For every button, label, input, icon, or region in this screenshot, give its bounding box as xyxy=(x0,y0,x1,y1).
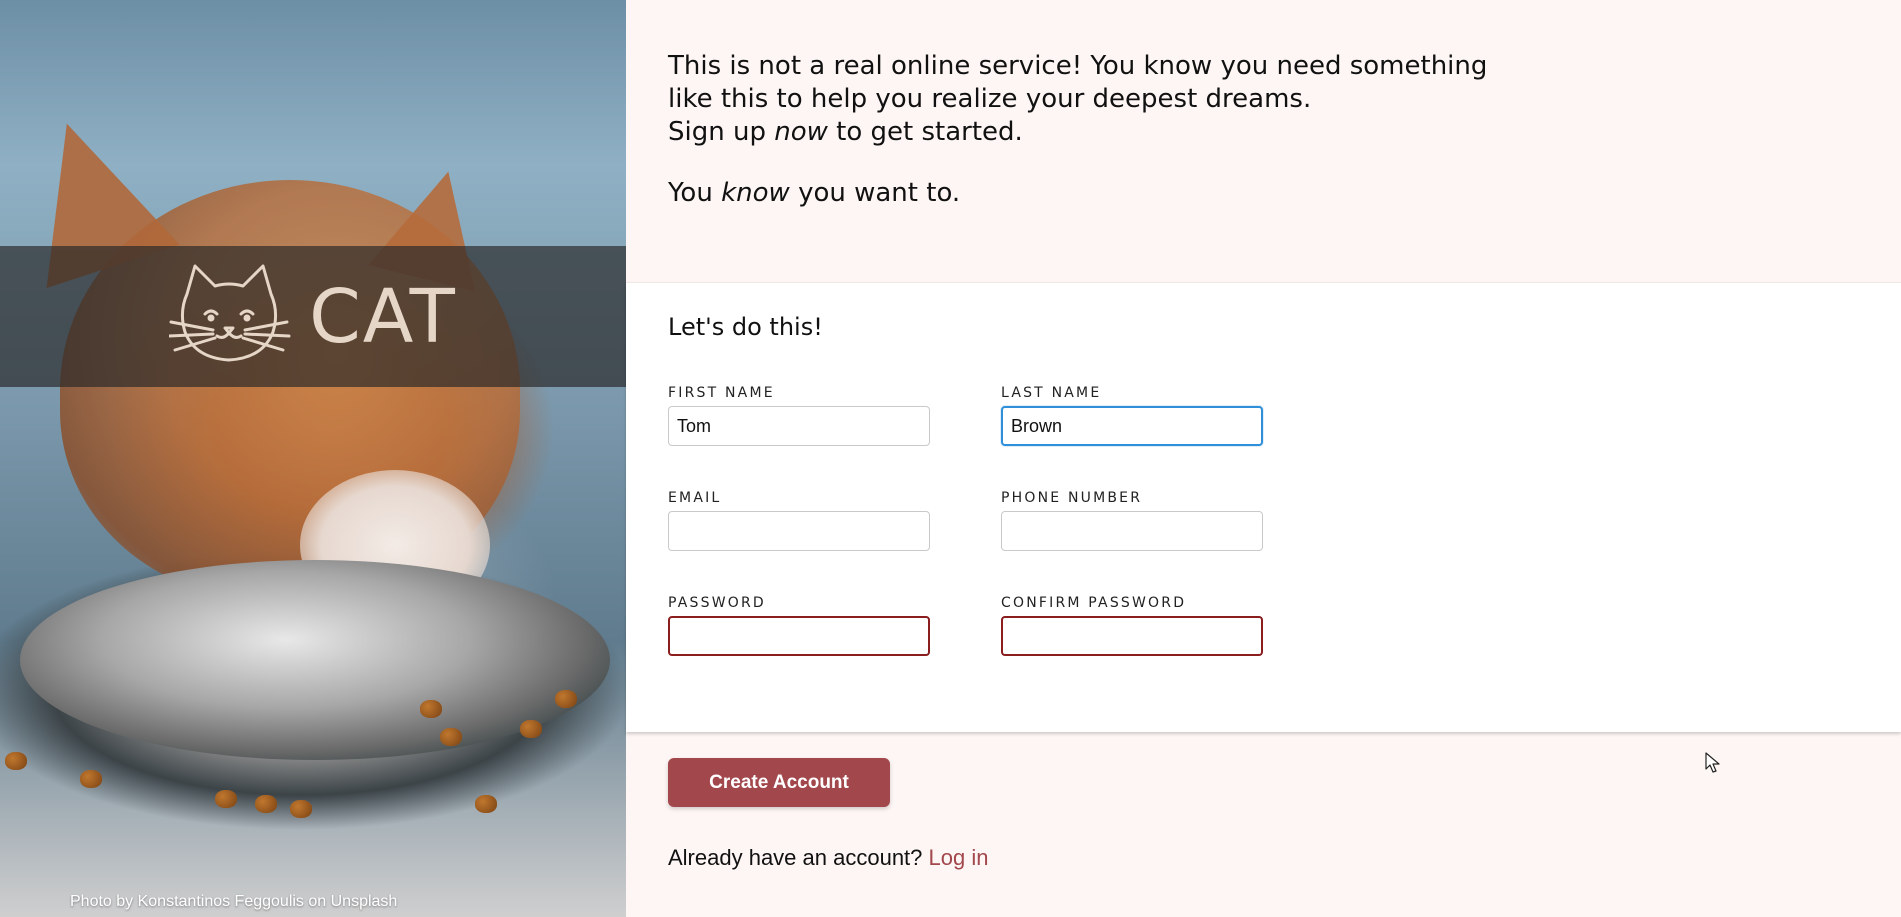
intro-line-2: like this to help you realize your deepe… xyxy=(668,84,1312,114)
password-input[interactable] xyxy=(668,616,930,656)
first-name-label: FIRST NAME xyxy=(668,385,775,401)
login-link[interactable]: Log in xyxy=(929,845,989,870)
email-label: EMAIL xyxy=(668,490,722,506)
intro-line-3-start: Sign up xyxy=(668,117,775,147)
tagline-emphasis: know xyxy=(721,178,790,208)
password-label: PASSWORD xyxy=(668,595,766,611)
confirm-password-field: CONFIRM PASSWORD xyxy=(1001,595,1263,656)
form-fields: FIRST NAME LAST NAME EMAIL PHONE NUMBER … xyxy=(668,385,1901,656)
photo-credit: Photo by Konstantinos Feggoulis on Unspl… xyxy=(70,893,398,910)
signup-content: This is not a real online service! You k… xyxy=(626,0,1901,917)
first-name-input[interactable] xyxy=(668,406,930,446)
kibble xyxy=(80,770,102,788)
kibble xyxy=(420,700,442,718)
phone-field: PHONE NUMBER xyxy=(1001,490,1263,551)
kibble xyxy=(555,690,577,708)
signup-form: Let's do this! FIRST NAME LAST NAME EMAI… xyxy=(626,282,1901,732)
last-name-label: LAST NAME xyxy=(1001,385,1102,401)
last-name-field: LAST NAME xyxy=(1001,385,1263,446)
form-title: Let's do this! xyxy=(668,313,823,341)
already-have-account-text: Already have an account? xyxy=(668,845,923,870)
kibble xyxy=(5,752,27,770)
login-prompt: Already have an account? Log in xyxy=(668,845,1901,871)
kibble xyxy=(215,790,237,808)
signup-page: CAT Photo by Konstantinos Feggoulis on U… xyxy=(0,0,1901,917)
phone-input[interactable] xyxy=(1001,511,1263,551)
password-field: PASSWORD xyxy=(668,595,930,656)
create-account-button[interactable]: Create Account xyxy=(668,758,890,807)
intro-line-3-end: to get started. xyxy=(827,117,1023,147)
intro-line-3: Sign up now to get started. xyxy=(668,116,1901,149)
kibble xyxy=(290,800,312,818)
confirm-password-input[interactable] xyxy=(1001,616,1263,656)
mouse-pointer-icon xyxy=(1705,752,1720,773)
hero-image: CAT Photo by Konstantinos Feggoulis on U… xyxy=(0,0,626,917)
intro-section: This is not a real online service! You k… xyxy=(626,0,1901,282)
kibble xyxy=(520,720,542,738)
tagline-end: you want to. xyxy=(789,178,961,208)
intro-line-1: This is not a real online service! You k… xyxy=(668,51,1488,81)
kibble xyxy=(475,795,497,813)
phone-label: PHONE NUMBER xyxy=(1001,490,1143,506)
intro-tagline: You know you want to. xyxy=(668,177,1901,210)
kibble xyxy=(255,795,277,813)
first-name-field: FIRST NAME xyxy=(668,385,930,446)
last-name-input[interactable] xyxy=(1001,406,1263,446)
logo-text: CAT xyxy=(309,273,457,360)
tagline-start: You xyxy=(668,178,722,208)
kibble xyxy=(440,728,462,746)
logo-band: CAT xyxy=(0,246,626,387)
email-input[interactable] xyxy=(668,511,930,551)
intro-line-3-emphasis: now xyxy=(774,117,828,147)
email-field: EMAIL xyxy=(668,490,930,551)
confirm-password-label: CONFIRM PASSWORD xyxy=(1001,595,1187,611)
